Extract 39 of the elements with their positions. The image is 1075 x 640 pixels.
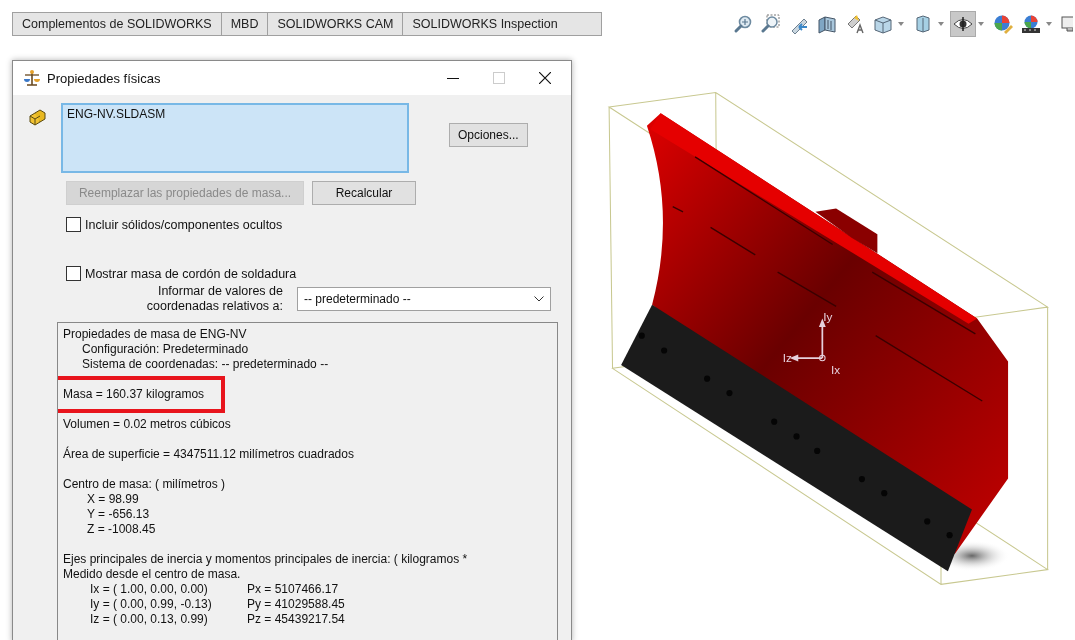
result-text: Z = -1008.45 [87,522,156,537]
checkbox-label: Mostrar masa de cordón de soldadura [85,266,297,281]
result-text: Sistema de coordenadas: -- predeterminado -- [82,357,329,372]
dropdown[interactable]: -- predeterminado -- [297,287,551,311]
field-label: coordenadas relativos a: [146,299,283,314]
result-text: Configuración: Predeterminado [82,342,249,357]
result-text: Iz = ( 0.00, 0.13, 0.99) [90,612,209,627]
window-title: Propiedades físicas [47,70,162,86]
result-text: Medido desde el centro de masa. [63,567,241,582]
close-icon[interactable] [539,72,551,84]
caret-icon[interactable] [898,22,904,26]
chevron-down-icon [534,296,544,302]
checkbox[interactable] [66,266,81,281]
checkbox-label: Incluir sólidos/componentes ocultos [85,217,283,232]
caret-icon[interactable] [978,22,984,26]
caret-icon[interactable] [938,22,944,26]
result-text: Iy = ( 0.00, 0.99, -0.13) [90,597,213,612]
selection-list[interactable]: ENG-NV.SLDASM [61,103,409,173]
result-text: Propiedades de masa de ENG-NV [63,327,247,342]
field-label: Informar de valores de [157,284,283,299]
result-text: Py = 41029588.45 [247,597,345,612]
balance-scale-icon [23,69,41,87]
result-text: Centro de masa: ( milímetros ) [63,477,226,492]
result-text: Masa = 160.37 kilogramos [63,387,205,401]
result-text: Y = -656.13 [87,507,150,522]
list-item[interactable]: ENG-NV.SLDASM [63,105,170,123]
caret-icon[interactable] [1046,22,1052,26]
eye-icon[interactable] [951,12,975,36]
checkbox[interactable] [66,217,81,232]
result-text: Ejes principales de inercia y momentos principales de inercia: ( kilogramos * [63,552,468,567]
result-text: Área de superficie = 4347511.12 milímetros cuadrados [63,447,354,462]
recalculate-button[interactable]: Recalcular [312,181,416,205]
result-text: Volumen = 0.02 metros cúbicos [63,417,231,432]
result-text: Pz = 45439217.54 [247,612,345,627]
result-text: X = 98.99 [87,492,139,507]
result-text: Px = 5107466.17 [247,582,339,597]
result-text: Ix = ( 1.00, 0.00, 0.00) [90,582,209,597]
assembly-icon [27,108,47,128]
options-button[interactable]: Opciones... [449,123,528,147]
